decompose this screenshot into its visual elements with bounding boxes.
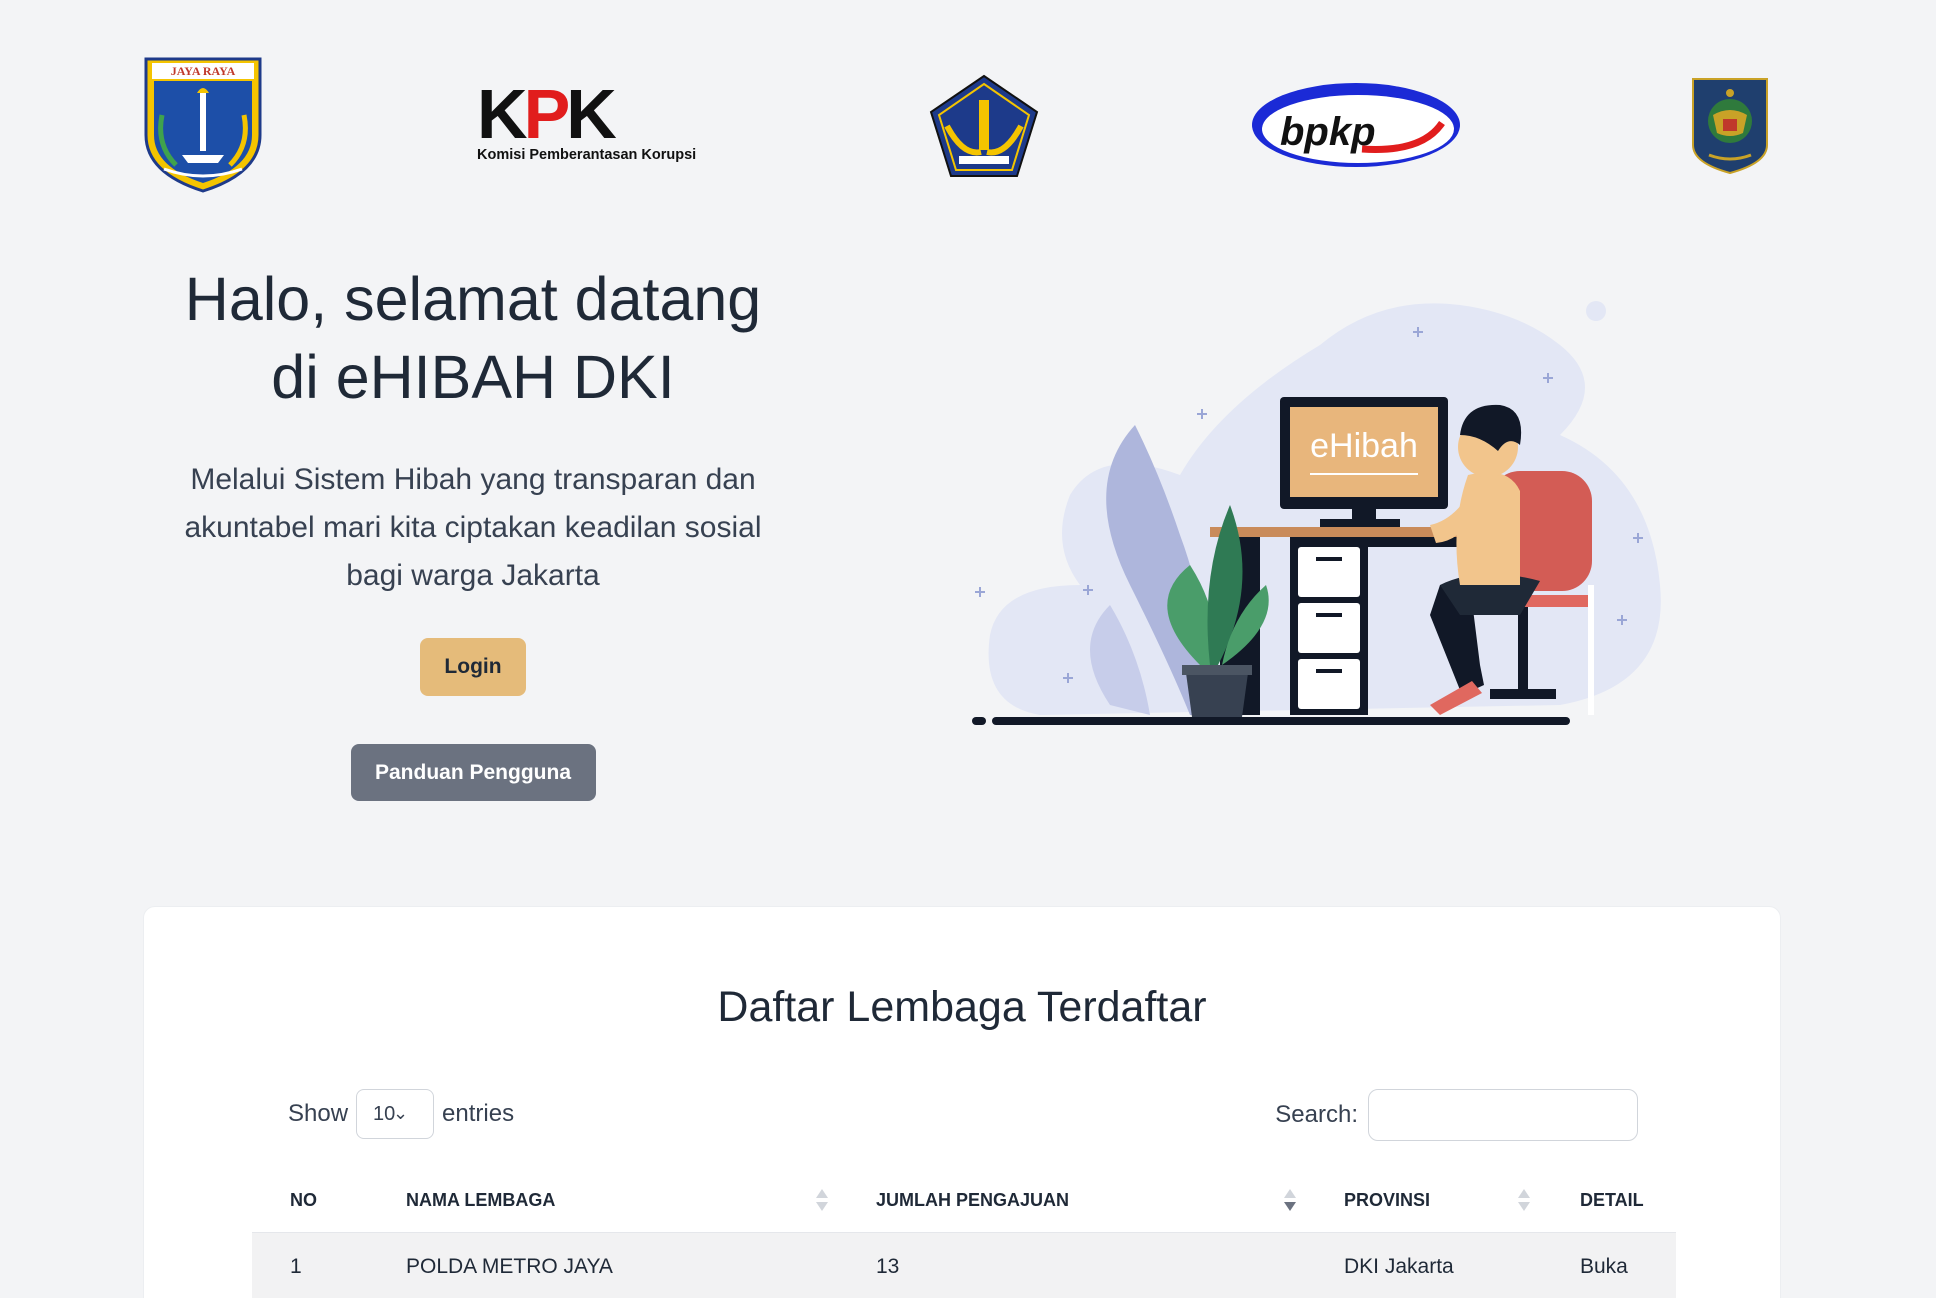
cell-jumlah-pengajuan: 13 — [876, 1255, 900, 1278]
column-header-provinsi[interactable]: PROVINSI — [1344, 1167, 1430, 1233]
table-search: Search: — [1275, 1089, 1638, 1141]
cell-no: 1 — [290, 1255, 302, 1278]
registry-card: Daftar Lembaga Terdaftar Show 10 ⌄ entri… — [143, 906, 1781, 1298]
kpk-logo-subtitle: Komisi Pemberantasan Korupsi — [477, 147, 697, 163]
registry-table: NO NAMA LEMBAGA JUMLAH PENGAJUAN PROVINS… — [252, 1167, 1676, 1298]
kpk-logo-letters: KPK — [477, 75, 617, 153]
table-row: 1 POLDA METRO JAYA 13 DKI Jakarta Buka — [252, 1233, 1676, 1298]
chevron-down-icon: ⌄ — [393, 1103, 409, 1123]
partner-logos: JAYA RAYA KPK Komisi Pemberantasan Korup… — [142, 55, 1782, 195]
hero-title-line1: Halo, selamat datang — [184, 265, 762, 333]
illustration-screen-text: eHibah — [1310, 427, 1418, 465]
dki-jakarta-logo: JAYA RAYA — [142, 55, 264, 193]
hero-illustration: eHibah — [960, 285, 1680, 745]
column-header-detail: DETAIL — [1580, 1190, 1644, 1210]
detail-link[interactable]: Buka — [1580, 1233, 1628, 1298]
entries-label: entries — [442, 1100, 515, 1127]
bpkp-logo: bpkp — [1252, 83, 1466, 173]
sort-icon[interactable] — [1284, 1189, 1298, 1213]
search-label: Search: — [1275, 1101, 1358, 1128]
hero-description: Melalui Sistem Hibah yang transparan dan… — [184, 463, 762, 592]
entries-length-control: Show 10 ⌄ entries — [288, 1089, 514, 1139]
login-button[interactable]: Login — [420, 638, 526, 696]
user-guide-button[interactable]: Panduan Pengguna — [350, 744, 596, 801]
cell-provinsi: DKI Jakarta — [1344, 1255, 1454, 1278]
registry-title: Daftar Lembaga Terdaftar — [717, 983, 1207, 1031]
kemendagri-logo — [1689, 75, 1771, 175]
sort-icon[interactable] — [816, 1189, 830, 1213]
svg-text:bpkp: bpkp — [1280, 110, 1376, 154]
show-label: Show — [288, 1100, 349, 1127]
hero-title-line2: di eHIBAH DKI — [271, 343, 675, 411]
cell-nama-lembaga: POLDA METRO JAYA — [406, 1255, 613, 1278]
column-header-jumlah-pengajuan[interactable]: JUMLAH PENGAJUAN — [876, 1167, 1069, 1233]
search-input[interactable] — [1368, 1089, 1638, 1141]
table-header: NO NAMA LEMBAGA JUMLAH PENGAJUAN PROVINS… — [252, 1167, 1676, 1233]
column-header-no[interactable]: NO — [290, 1167, 317, 1233]
entries-value: 10 — [373, 1102, 396, 1125]
hero-section: Halo, selamat datang di eHIBAH DKI Melal… — [150, 260, 796, 801]
hero-title: Halo, selamat datang di eHIBAH DKI — [150, 260, 796, 416]
sort-icon[interactable] — [1518, 1189, 1532, 1213]
kemenkeu-logo — [925, 72, 1043, 180]
entries-select[interactable]: 10 ⌄ — [356, 1089, 435, 1139]
column-header-nama-lembaga[interactable]: NAMA LEMBAGA — [406, 1167, 555, 1233]
kpk-logo: KPK Komisi Pemberantasan Korupsi — [477, 75, 717, 163]
svg-text:JAYA RAYA: JAYA RAYA — [171, 64, 236, 78]
